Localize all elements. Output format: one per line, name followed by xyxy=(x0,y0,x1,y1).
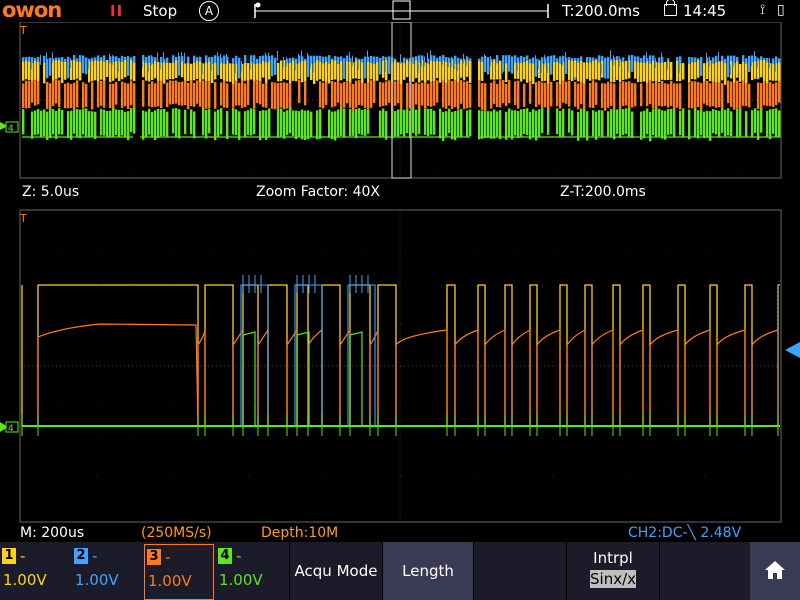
trigger-info-readout: CH2:DC-╲ 2.48V xyxy=(628,525,742,541)
channel-1-coupling: - xyxy=(20,547,26,565)
channel-1-scale: 1.00V xyxy=(3,571,47,589)
interpolation-menu-button[interactable]: Intrpl Sinx/x xyxy=(566,542,659,600)
usb-icon: ⟟ xyxy=(760,2,766,18)
acqu-mode-label: Acqu Mode xyxy=(294,562,378,580)
channel-2-panel[interactable]: 2 - 1.00V xyxy=(72,544,142,600)
zoomed-trigger-mark: T xyxy=(19,212,27,225)
overview-waveform-display[interactable]: T 4 xyxy=(0,22,800,180)
top-status-bar: owon II Stop A T:200.0ms 14:45 ⟟ ▯ xyxy=(0,0,800,22)
zoomed-ch4-ground-label: 4 xyxy=(8,424,14,434)
empty-menu-slot-2 xyxy=(659,542,750,600)
home-icon xyxy=(765,561,785,579)
overview-trigger-mark: T xyxy=(19,24,27,37)
channel-3-panel[interactable]: 3 - 1.00V xyxy=(144,544,214,600)
clock: 14:45 xyxy=(683,2,727,20)
channel-4-number: 4 xyxy=(218,548,232,564)
overview-ch4-ground-marker: 4 xyxy=(0,121,19,134)
memory-position-bar[interactable] xyxy=(0,0,800,22)
zoom-factor: Zoom Factor: 40X xyxy=(256,184,380,200)
zoom-timebase: Z: 5.0us xyxy=(22,184,80,200)
channel-3-coupling: - xyxy=(165,548,171,566)
channel-4-scale: 1.00V xyxy=(219,571,263,589)
overview-trigger-marker: T xyxy=(19,24,27,37)
empty-menu-slot xyxy=(473,542,566,600)
channel-3-number: 3 xyxy=(147,549,161,565)
acqu-mode-menu-button[interactable]: Acqu Mode xyxy=(289,542,382,600)
zoomed-trigger-marker: T xyxy=(19,212,27,225)
sample-rate-readout: (250MS/s) xyxy=(141,525,212,541)
channel-2-coupling: - xyxy=(92,547,98,565)
channel-1-number: 1 xyxy=(2,548,16,564)
lock-icon xyxy=(664,0,677,16)
home-button[interactable] xyxy=(750,542,800,600)
channel-1-panel[interactable]: 1 - 1.00V xyxy=(0,544,70,600)
zoomed-waveform-display[interactable]: T 4 xyxy=(0,207,800,523)
time-position-readout: T:200.0ms xyxy=(562,2,640,20)
interpolation-label: Intrpl xyxy=(593,549,633,567)
channel-2-number: 2 xyxy=(74,548,88,564)
timebase-readout: M: 200us xyxy=(20,525,85,541)
memory-depth-readout: Depth:10M xyxy=(261,525,339,541)
length-label: Length xyxy=(402,562,454,580)
interpolation-value: Sinx/x xyxy=(590,570,637,588)
channel-4-panel[interactable]: 4 - 1.00V xyxy=(216,544,286,600)
length-menu-button[interactable]: Length xyxy=(382,542,473,600)
channel-4-coupling: - xyxy=(236,547,242,565)
battery-icon: ▯ xyxy=(777,2,785,18)
channel-2-scale: 1.00V xyxy=(75,571,119,589)
zoomed-ch4-ground-marker: 4 xyxy=(0,421,19,434)
zoom-trigger-time: Z-T:200.0ms xyxy=(560,184,646,200)
trigger-level-marker xyxy=(785,342,800,358)
channel-3-scale: 1.00V xyxy=(148,572,192,590)
overview-ch4-ground-label: 4 xyxy=(8,124,14,134)
